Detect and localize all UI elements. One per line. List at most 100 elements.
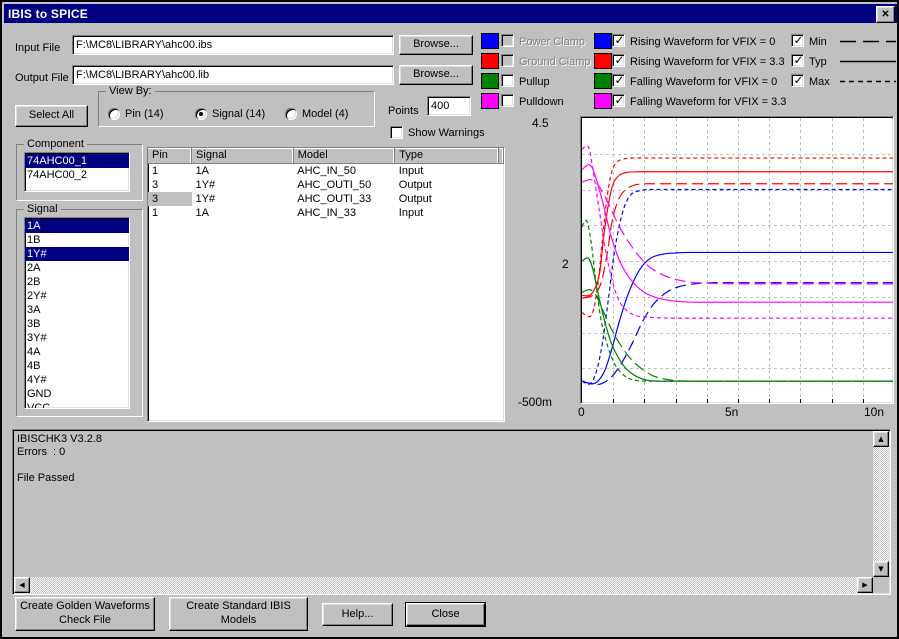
- line-sample-typ: [840, 60, 896, 63]
- create-standard-ibis-models-button[interactable]: Create Standard IBIS Models: [169, 597, 308, 631]
- cell-model: AHC_IN_50: [297, 164, 356, 177]
- browse-input-button[interactable]: Browse...: [399, 35, 473, 55]
- table-body: 1 1A AHC_IN_50 Input 3 1Y# AHC_OUTI_50 Output 3 1…: [148, 163, 504, 220]
- signal-item-2[interactable]: 1Y#: [25, 247, 129, 261]
- window-title: IBIS to SPICE: [8, 6, 88, 21]
- show-warnings-label: Show Warnings: [408, 127, 485, 139]
- table-header: Pin Signal Model Type: [148, 148, 504, 164]
- cell-spacer: [498, 192, 503, 206]
- label-typ: Typ: [809, 56, 827, 68]
- checkbox-pulldown[interactable]: [501, 94, 514, 107]
- pin-signal-model-table[interactable]: Pin Signal Model Type 1 1A AHC_IN_50 Input 3…: [147, 147, 505, 422]
- table-row[interactable]: 3 1Y# AHC_OUTI_50 Output: [148, 178, 504, 192]
- swatch-falling-vfix-0: [594, 73, 612, 89]
- check-glyph: ✓: [793, 33, 804, 47]
- component-listbox[interactable]: 74AHC00_1 74AHC00_2: [24, 152, 130, 192]
- signal-item-13[interactable]: VCC: [25, 401, 129, 408]
- checkbox-max[interactable]: ✓: [791, 74, 804, 87]
- label-rising-vfix-0: Rising Waveform for VFIX = 0: [630, 36, 776, 48]
- checkbox-min[interactable]: ✓: [791, 34, 804, 47]
- points-input[interactable]: 400: [427, 96, 471, 116]
- checkbox-falling-vfix-0[interactable]: ✓: [612, 74, 625, 87]
- signal-item-5[interactable]: 2Y#: [25, 289, 129, 303]
- x-axis-start-label: 0: [578, 405, 585, 419]
- signal-item-7[interactable]: 3B: [25, 317, 129, 331]
- checkbox-falling-vfix-33[interactable]: ✓: [612, 94, 625, 107]
- signal-item-6[interactable]: 3A: [25, 303, 129, 317]
- column-header-signal[interactable]: Signal: [191, 148, 294, 164]
- checkbox-ground-clamp[interactable]: [501, 54, 514, 67]
- signal-item-10[interactable]: 4B: [25, 359, 129, 373]
- check-glyph: ✓: [614, 93, 625, 107]
- signal-item-1[interactable]: 1B: [25, 233, 129, 247]
- column-header-model[interactable]: Model: [293, 148, 396, 164]
- view-by-title: View By:: [106, 85, 155, 97]
- log-hscroll-track[interactable]: [14, 577, 873, 593]
- message-log[interactable]: IBISCHK3 V3.2.8 Errors : 0 File Passed ▲…: [12, 429, 891, 595]
- component-item-1[interactable]: 74AHC00_2: [25, 168, 129, 182]
- label-pulldown: Pulldown: [519, 96, 564, 108]
- column-header-type[interactable]: Type: [394, 148, 499, 164]
- checkbox-typ[interactable]: ✓: [791, 54, 804, 67]
- signal-item-12[interactable]: GND: [25, 387, 129, 401]
- line-sample-min: [840, 40, 896, 43]
- column-header-pin[interactable]: Pin: [148, 148, 193, 164]
- output-file-input[interactable]: F:\MC8\LIBRARY\ahc00.lib: [72, 65, 394, 85]
- checkbox-rising-vfix-0[interactable]: ✓: [612, 34, 625, 47]
- show-warnings-checkbox[interactable]: [390, 126, 403, 139]
- signal-item-9[interactable]: 4A: [25, 345, 129, 359]
- cell-type: Input: [398, 206, 424, 219]
- help-button[interactable]: Help...: [322, 603, 393, 626]
- x-axis-mid-label: 5n: [725, 405, 739, 419]
- log-scroll-down-icon[interactable]: ▼: [873, 561, 889, 577]
- log-scroll-right-icon[interactable]: ▶: [857, 577, 873, 593]
- swatch-power-clamp: [481, 33, 499, 49]
- radio-signal[interactable]: [195, 108, 207, 120]
- log-scroll-up-icon[interactable]: ▲: [873, 431, 889, 447]
- radio-signal-dot: [199, 112, 203, 116]
- cell-signal: 1A: [195, 164, 210, 177]
- cell-type: Input: [398, 164, 424, 177]
- radio-model[interactable]: [285, 108, 297, 120]
- signal-item-3[interactable]: 2A: [25, 261, 129, 275]
- input-file-input[interactable]: F:\MC8\LIBRARY\ahc00.ibs: [72, 35, 394, 55]
- ibis-to-spice-window: IBIS to SPICE ✕ Input File F:\MC8\LIBRAR…: [0, 0, 899, 639]
- create-golden-waveforms-button[interactable]: Create Golden Waveforms Check File: [15, 597, 155, 631]
- signal-item-4[interactable]: 2B: [25, 275, 129, 289]
- signal-item-11[interactable]: 4Y#: [25, 373, 129, 387]
- radio-pin[interactable]: [108, 108, 120, 120]
- cell-type: Output: [398, 178, 432, 191]
- y-axis-max-label: 4.5: [532, 116, 549, 130]
- points-label: Points: [388, 105, 419, 117]
- signal-item-0[interactable]: 1A: [25, 219, 129, 233]
- label-max: Max: [809, 76, 830, 88]
- close-button[interactable]: Close: [405, 602, 486, 627]
- waveform-chart: 4.5 2 -500m 0 5n 10n: [514, 112, 896, 422]
- check-glyph: ✓: [793, 53, 804, 67]
- browse-output-button[interactable]: Browse...: [399, 65, 473, 85]
- cell-model: AHC_OUTI_50: [297, 178, 372, 191]
- checkbox-power-clamp[interactable]: [501, 34, 514, 47]
- label-falling-vfix-0: Falling Waveform for VFIX = 0: [630, 76, 778, 88]
- checkbox-rising-vfix-33[interactable]: ✓: [612, 54, 625, 67]
- checkbox-pullup[interactable]: [501, 74, 514, 87]
- component-item-0[interactable]: 74AHC00_1: [25, 154, 129, 168]
- scrollbar-corner: [873, 577, 889, 593]
- label-min: Min: [809, 36, 827, 48]
- close-icon[interactable]: ✕: [876, 6, 895, 23]
- label-ground-clamp: Ground Clamp: [519, 56, 591, 68]
- select-all-button[interactable]: Select All: [15, 105, 88, 127]
- log-scroll-left-icon[interactable]: ◀: [14, 577, 30, 593]
- input-file-label: Input File: [15, 42, 61, 54]
- label-falling-vfix-33: Falling Waveform for VFIX = 3.3: [630, 96, 787, 108]
- cell-spacer: [498, 206, 503, 220]
- radio-model-label: Model (4): [302, 108, 349, 120]
- cell-signal: 1A: [195, 206, 210, 219]
- table-row[interactable]: 1 1A AHC_IN_33 Input: [148, 206, 504, 220]
- table-row[interactable]: 3 1Y# AHC_OUTI_33 Output: [148, 191, 504, 206]
- cell-type: Output: [398, 192, 432, 205]
- table-row[interactable]: 1 1A AHC_IN_50 Input: [148, 163, 504, 178]
- log-vscroll-track[interactable]: [873, 431, 889, 577]
- signal-item-8[interactable]: 3Y#: [25, 331, 129, 345]
- signal-listbox[interactable]: 1A 1B 1Y# 2A 2B 2Y# 3A 3B 3Y# 4A 4B 4Y# GND VCC: [24, 217, 130, 409]
